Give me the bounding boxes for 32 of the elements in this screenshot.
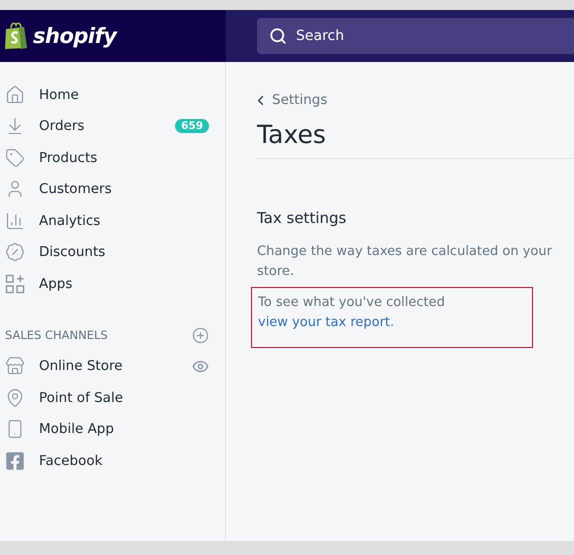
nav-item[interactable]: Analytics (0, 205, 225, 236)
nav-item[interactable]: Online Store (0, 350, 225, 382)
shopping-bag-icon (4, 22, 28, 50)
tax-report-link[interactable]: view your tax report (258, 314, 390, 330)
nav-item[interactable]: Facebook (0, 445, 225, 476)
grid-plus-icon (5, 274, 25, 294)
house-icon (5, 84, 25, 105)
nav-item[interactable]: Products (0, 142, 225, 174)
map-pin-icon (5, 388, 25, 408)
nav-item[interactable]: Discounts (0, 236, 225, 268)
search-field[interactable]: Search (257, 18, 574, 54)
nav-item[interactable]: Apps (0, 268, 225, 300)
percent-badge-icon (5, 242, 25, 262)
nav-item[interactable]: Orders 659 (0, 110, 225, 142)
count-badge: 659 (175, 119, 209, 134)
page-title: Taxes (257, 120, 574, 158)
section-description: Change the way taxes are calculated on your store. (257, 242, 553, 280)
storefront-icon (5, 356, 25, 376)
nav-item[interactable]: Home (0, 79, 225, 110)
tag-icon (5, 148, 25, 168)
breadcrumb-link[interactable]: Settings (253, 92, 328, 108)
bar-chart-icon (5, 210, 25, 231)
section-title: Tax settings (257, 208, 348, 226)
logo-text: shopify (33, 24, 116, 48)
nav-item[interactable]: Mobile App (0, 414, 225, 445)
facebook-icon (5, 450, 25, 471)
section-heading: SALES CHANNELS (5, 328, 108, 342)
search-icon (269, 27, 287, 45)
tax-report-note: To see what you've collected view your tax report. (258, 294, 446, 332)
nav-item[interactable]: Customers (0, 174, 225, 205)
add-icon[interactable] (192, 326, 209, 344)
nav-item[interactable]: Point of Sale (0, 382, 225, 414)
